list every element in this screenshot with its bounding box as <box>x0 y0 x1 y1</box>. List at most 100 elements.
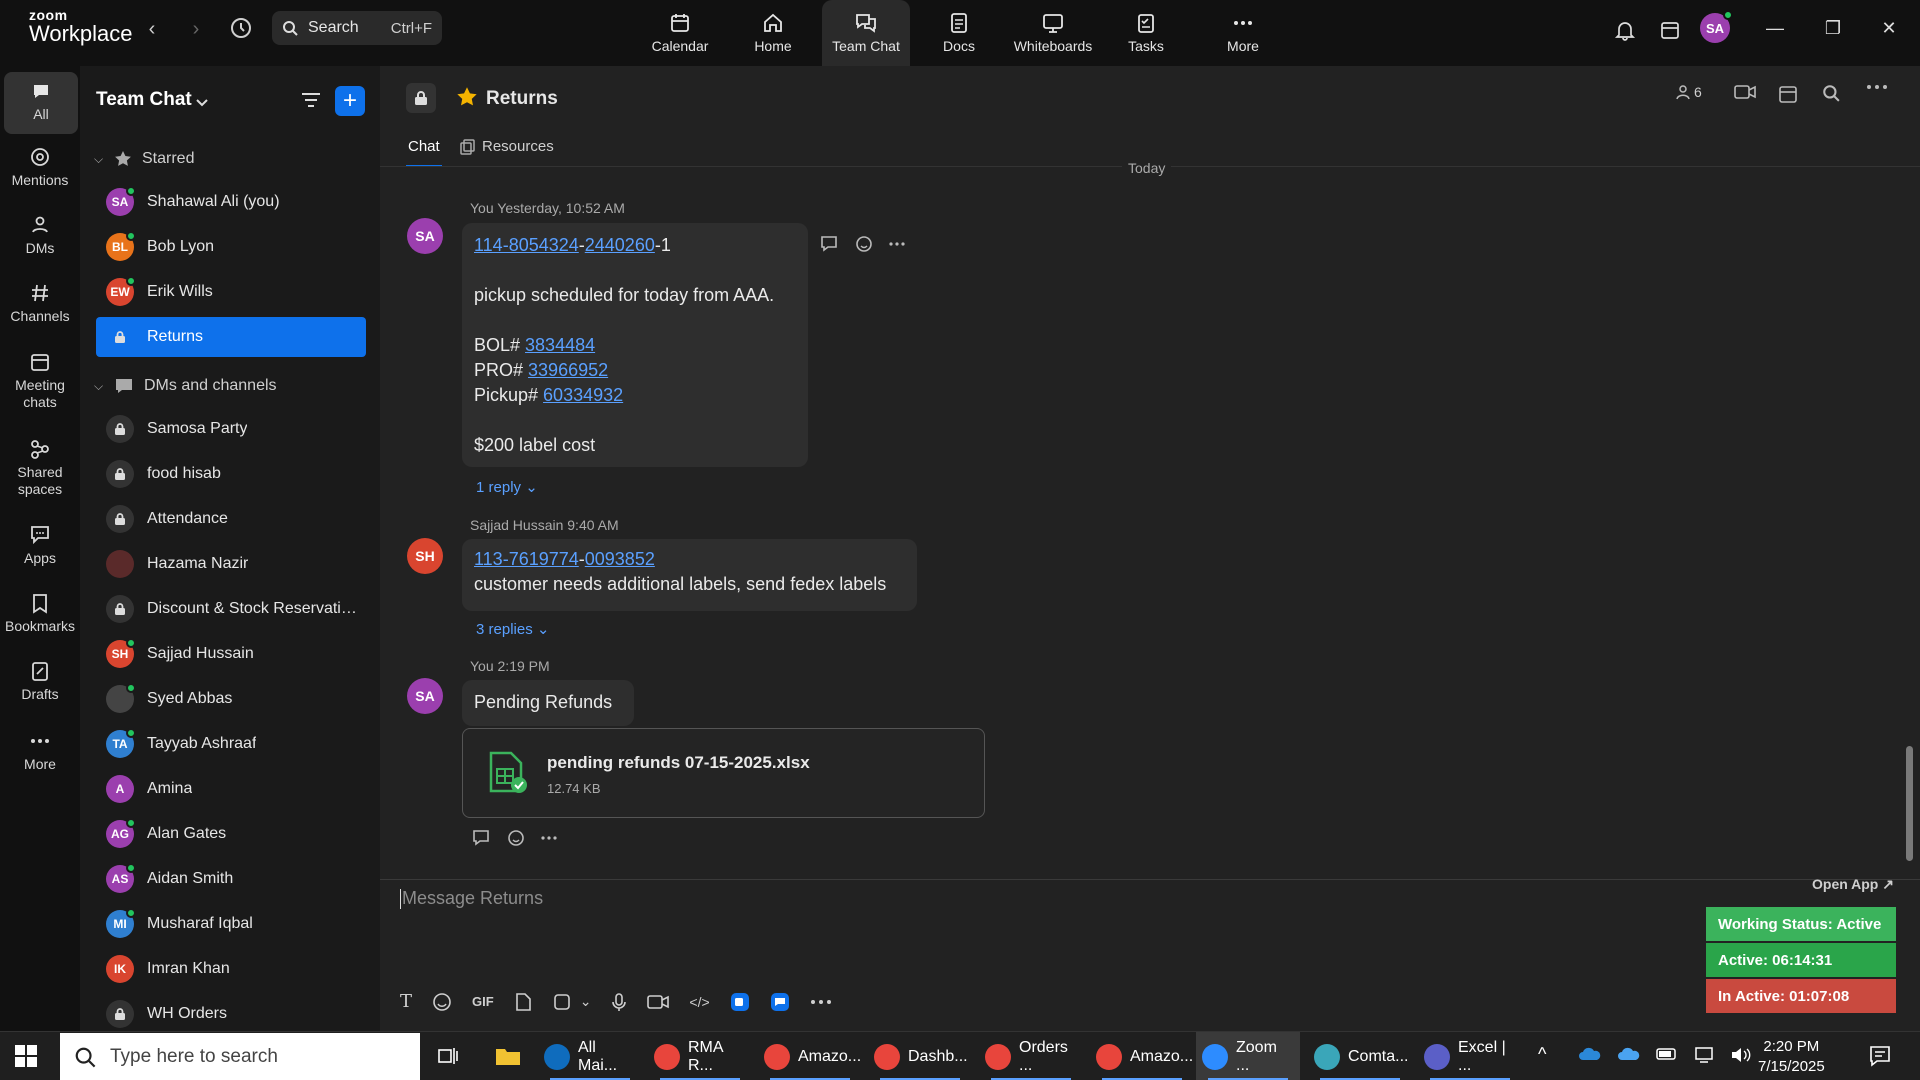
tab-chat[interactable]: Chat <box>406 138 442 167</box>
sidebar-item[interactable]: SH Sajjad Hussain <box>96 634 366 674</box>
schedule-icon[interactable] <box>1778 84 1798 104</box>
windows-start-icon[interactable] <box>14 1044 38 1073</box>
sidebar-item[interactable]: Attendance <box>96 499 366 539</box>
history-icon[interactable] <box>228 15 254 41</box>
gif-icon[interactable]: GIF <box>472 994 494 1009</box>
search-icon[interactable] <box>1822 84 1840 102</box>
sidebar-item[interactable]: WH Orders <box>96 994 366 1034</box>
task-view-icon[interactable] <box>436 1044 460 1073</box>
filter-icon[interactable] <box>300 90 322 115</box>
rail-channels[interactable]: Channels <box>4 282 76 325</box>
tab-more[interactable]: More <box>1208 0 1278 66</box>
taskbar-app[interactable]: Orders ... <box>979 1032 1083 1080</box>
video-icon[interactable] <box>1734 84 1756 100</box>
onedrive-icon[interactable] <box>1617 1046 1641 1067</box>
order-link[interactable]: 0093852 <box>585 549 655 569</box>
sidebar-item[interactable]: Returns <box>96 317 366 357</box>
emoji-icon[interactable] <box>432 992 452 1012</box>
rail-dms[interactable]: DMs <box>4 214 76 257</box>
sidebar-item[interactable]: SA Shahawal Ali (you) <box>96 182 366 222</box>
file-explorer-icon[interactable] <box>494 1044 522 1073</box>
network-icon[interactable] <box>1694 1046 1716 1069</box>
bell-icon[interactable] <box>1611 16 1639 44</box>
chevron-down-icon[interactable]: ⌄ <box>580 993 592 1010</box>
rail-bookmarks[interactable]: Bookmarks <box>4 592 76 635</box>
file-icon[interactable] <box>514 992 532 1012</box>
profile-avatar[interactable]: SA <box>1700 10 1733 43</box>
sidebar-item[interactable]: TA Tayyab Ashraaf <box>96 724 366 764</box>
taskbar-app[interactable]: Comta... <box>1308 1032 1412 1080</box>
battery-icon[interactable] <box>1656 1046 1678 1067</box>
tab-resources[interactable]: Resources <box>460 138 554 155</box>
message-input[interactable]: Message Returns <box>400 888 543 910</box>
emoji-reaction-icon[interactable] <box>854 234 874 254</box>
emoji-reaction-icon[interactable] <box>506 828 526 848</box>
new-chat-button[interactable]: + <box>335 86 365 116</box>
chevron-down-icon[interactable] <box>196 94 208 112</box>
rail-all[interactable]: All <box>4 72 78 134</box>
rail-mentions[interactable]: Mentions <box>4 146 76 189</box>
tab-calendar[interactable]: Calendar <box>645 0 715 66</box>
reply-icon[interactable] <box>820 235 840 253</box>
sidebar-item[interactable]: AS Aidan Smith <box>96 859 366 899</box>
taskbar-app[interactable]: Zoom ... <box>1196 1032 1300 1080</box>
pickup-link[interactable]: 60334932 <box>543 385 623 405</box>
notifications-icon[interactable] <box>1868 1044 1892 1073</box>
taskbar-app[interactable]: Amazo... <box>1090 1032 1194 1080</box>
rail-more[interactable]: More <box>4 730 76 773</box>
taskbar-app[interactable]: RMA R... <box>648 1032 752 1080</box>
system-clock[interactable]: 2:20 PM 7/15/2025 <box>1758 1037 1825 1077</box>
reply-icon[interactable] <box>472 829 492 847</box>
section-starred[interactable]: ⌵ Starred <box>94 150 194 168</box>
search-input[interactable]: Search Ctrl+F <box>272 11 442 45</box>
rail-apps[interactable]: Apps <box>4 524 76 567</box>
video-message-icon[interactable] <box>647 993 670 1011</box>
order-link[interactable]: 113-7619774 <box>474 549 579 569</box>
scrollbar[interactable] <box>1906 746 1913 861</box>
sidebar-item[interactable]: EW Erik Wills <box>96 272 366 312</box>
tab-home[interactable]: Home <box>738 0 808 66</box>
taskbar-app[interactable]: Amazo... <box>758 1032 862 1080</box>
tab-docs[interactable]: Docs <box>924 0 994 66</box>
more-options-icon[interactable] <box>888 241 906 247</box>
message-avatar[interactable]: SA <box>407 678 443 714</box>
sidebar-item[interactable]: MI Musharaf Iqbal <box>96 904 366 944</box>
close-button[interactable]: ✕ <box>1866 14 1912 42</box>
sidebar-title[interactable]: Team Chat <box>96 89 192 111</box>
sidebar-item[interactable]: AG Alan Gates <box>96 814 366 854</box>
bol-link[interactable]: 3834484 <box>525 335 595 355</box>
star-icon[interactable] <box>456 86 478 113</box>
tab-tasks[interactable]: Tasks <box>1111 0 1181 66</box>
more-options-icon[interactable] <box>540 835 558 841</box>
replies-link[interactable]: 3 replies ⌄ <box>476 620 549 638</box>
restore-button[interactable]: ❐ <box>1810 14 1856 42</box>
sidebar-item[interactable]: Samosa Party <box>96 409 366 449</box>
message-avatar[interactable]: SA <box>407 218 443 254</box>
members-button[interactable]: 6 <box>1676 84 1702 100</box>
more-options-icon[interactable] <box>810 999 832 1005</box>
message-avatar[interactable]: SH <box>407 538 443 574</box>
sidebar-item[interactable]: A Amina <box>96 769 366 809</box>
taskbar-app[interactable]: Dashb... <box>868 1032 972 1080</box>
sidebar-item[interactable]: Syed Abbas <box>96 679 366 719</box>
order-link[interactable]: 2440260 <box>585 235 655 255</box>
back-arrow-icon[interactable]: ‹ <box>140 17 164 41</box>
format-text-icon[interactable]: T <box>400 991 412 1012</box>
chat-app-icon[interactable] <box>770 992 790 1012</box>
sidebar-item[interactable]: Discount & Stock Reservatio... <box>96 589 366 629</box>
taskbar-app[interactable]: All Mai... <box>538 1032 642 1080</box>
more-options-icon[interactable] <box>1866 84 1888 90</box>
open-app-link[interactable]: Open App ↗ <box>1812 876 1894 893</box>
file-attachment[interactable]: pending refunds 07-15-2025.xlsx 12.74 KB <box>462 728 985 818</box>
order-link[interactable]: 114-8054324 <box>474 235 579 255</box>
minimize-button[interactable]: — <box>1752 14 1798 42</box>
tab-whiteboards[interactable]: Whiteboards <box>1008 0 1098 66</box>
sidebar-item[interactable]: food hisab <box>96 454 366 494</box>
onedrive-icon[interactable] <box>1578 1046 1602 1067</box>
calendar-status-icon[interactable] <box>1656 16 1684 44</box>
chevron-up-icon[interactable]: ^ <box>1538 1044 1546 1065</box>
rail-shared-spaces[interactable]: Shared spaces <box>4 438 76 498</box>
taskbar-app[interactable]: Excel | ... <box>1418 1032 1522 1080</box>
screenshot-icon[interactable] <box>552 992 572 1012</box>
sidebar-item[interactable]: Hazama Nazir <box>96 544 366 584</box>
